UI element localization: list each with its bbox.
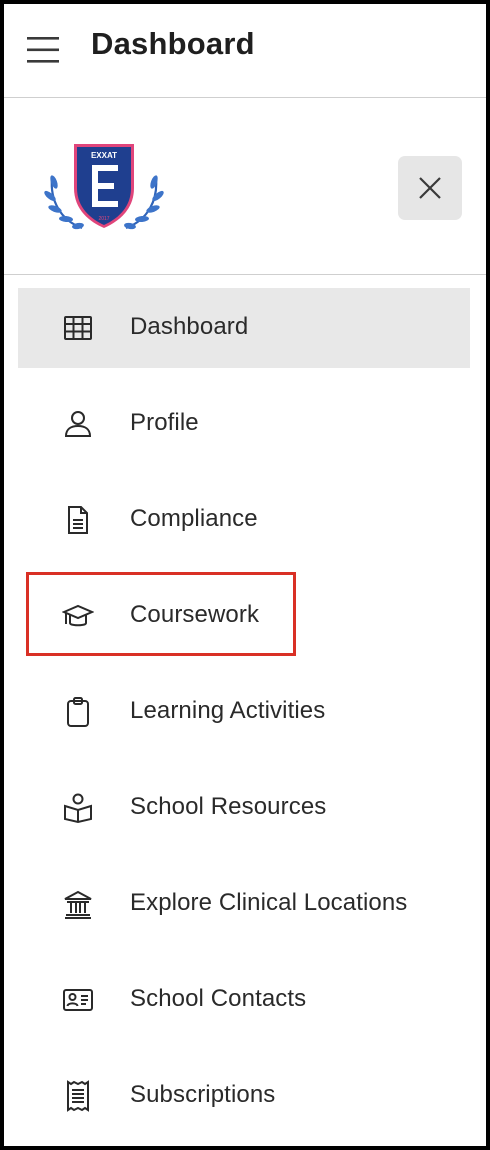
graduation-cap-icon [62, 600, 94, 632]
grid-icon [62, 312, 94, 344]
nav-label: Subscriptions [130, 1081, 276, 1108]
nav-label: Coursework [130, 601, 260, 628]
close-icon [419, 177, 441, 199]
drawer-header: EXXAT 2017 [4, 98, 486, 275]
nav-label: Learning Activities [130, 697, 326, 724]
nav-label: Compliance [130, 505, 258, 532]
document-icon [62, 504, 94, 536]
app-frame: Dashboard EXXAT 2017 Dashboard Profile C… [0, 0, 490, 1150]
school-logo: EXXAT 2017 [42, 138, 166, 238]
institution-icon [62, 888, 94, 920]
contact-card-icon [62, 984, 94, 1016]
top-app-bar: Dashboard [4, 4, 486, 98]
nav-label: School Contacts [130, 985, 307, 1012]
close-drawer-button[interactable] [398, 156, 462, 220]
nav-label: Explore Clinical Locations [130, 889, 408, 916]
reading-person-icon [62, 792, 94, 824]
nav-label: School Resources [130, 793, 327, 820]
page-title: Dashboard [91, 26, 255, 61]
nav-item-profile[interactable]: Profile [4, 382, 486, 478]
receipt-icon [62, 1080, 94, 1112]
person-icon [62, 408, 94, 440]
nav-item-school-resources[interactable]: School Resources [4, 766, 486, 862]
nav-label: Dashboard [130, 313, 249, 340]
clipboard-icon [62, 696, 94, 728]
nav-item-explore-clinical-locations[interactable]: Explore Clinical Locations [4, 862, 486, 958]
nav-item-school-contacts[interactable]: School Contacts [4, 958, 486, 1054]
nav-item-subscriptions[interactable]: Subscriptions [4, 1054, 486, 1146]
nav-item-learning-activities[interactable]: Learning Activities [4, 670, 486, 766]
nav-item-coursework[interactable]: Coursework [4, 574, 486, 670]
hamburger-menu-icon[interactable] [26, 34, 60, 66]
logo-text: EXXAT [91, 151, 117, 160]
side-navigation: Dashboard Profile Compliance Coursework … [4, 286, 486, 1146]
nav-label: Profile [130, 409, 199, 436]
nav-item-compliance[interactable]: Compliance [4, 478, 486, 574]
logo-year: 2017 [98, 216, 109, 222]
nav-item-dashboard[interactable]: Dashboard [4, 286, 486, 382]
